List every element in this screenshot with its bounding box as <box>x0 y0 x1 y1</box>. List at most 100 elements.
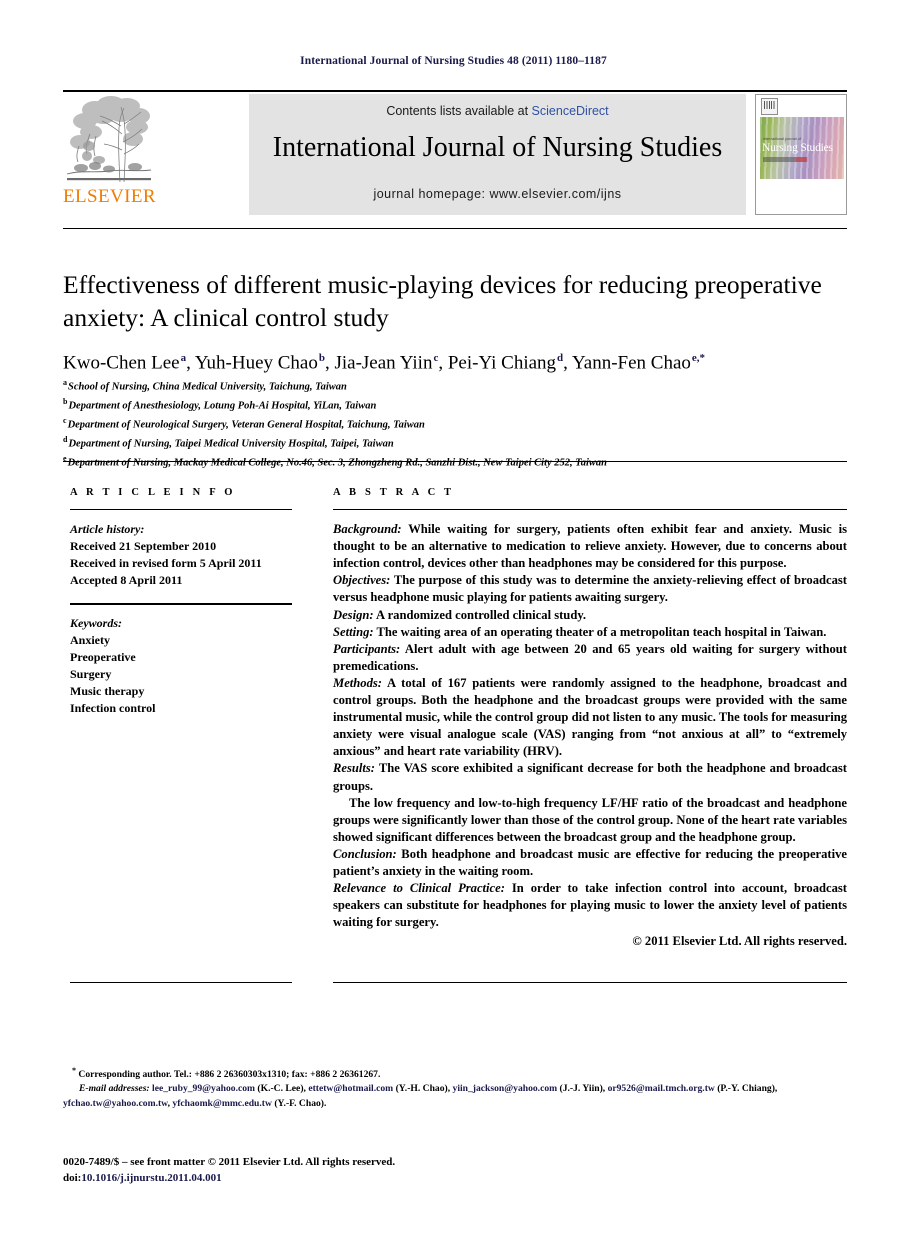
abstract-column: A B S T R A C T Background: While waitin… <box>333 487 847 950</box>
email-person: (Y.-H. Chao), <box>393 1083 453 1095</box>
abstract-section-text: The purpose of this study was to determi… <box>333 573 847 605</box>
abstract-section-text: A total of 167 patients were randomly as… <box>333 675 847 759</box>
abstract-section-label: Conclusion: <box>333 846 397 861</box>
keywords-label: Keywords: <box>70 616 122 631</box>
author-affiliation-marker: e,* <box>691 352 706 364</box>
abstract-copyright: © 2011 Elsevier Ltd. All rights reserved… <box>632 934 847 949</box>
journal-title: International Journal of Nursing Studies <box>272 132 723 163</box>
abstract-section-text: The VAS score exhibited a significant de… <box>333 761 847 793</box>
cover-journal-title: Nursing Studies <box>762 142 833 154</box>
issn-line: 0020-7489/$ – see front matter © 2011 El… <box>63 1156 396 1168</box>
keyword-item: Preoperative <box>70 650 136 665</box>
abstract-section: Relevance to Clinical Practice: In order… <box>333 880 847 931</box>
affiliation-item: bDepartment of Anesthesiology, Lotung Po… <box>63 395 847 414</box>
right-column-bottom-rule <box>333 982 847 984</box>
article-history-item: Received 21 September 2010 <box>70 539 217 554</box>
email-addresses-note: E-mail addresses: lee_ruby_99@yahoo.com … <box>63 1082 847 1110</box>
affiliation-text: Department of Neurological Surgery, Vete… <box>67 419 425 431</box>
abstract-section: Background: While waiting for surgery, p… <box>333 521 847 572</box>
content-divider-rule <box>63 461 847 463</box>
abstract-section-text: While waiting for surgery, patients ofte… <box>333 522 847 571</box>
article-history-lines: Received 21 September 2010 Received in re… <box>70 538 292 589</box>
article-history-item: Accepted 8 April 2011 <box>70 573 183 588</box>
doi-prefix: doi: <box>63 1171 82 1184</box>
elsevier-wordmark: ELSEVIER <box>63 186 156 207</box>
journal-homepage-line[interactable]: journal homepage: www.elsevier.com/ijns <box>249 187 746 201</box>
abstract-section: Setting: The waiting area of an operatin… <box>333 624 847 641</box>
contents-lists-line: Contents lists available at ScienceDirec… <box>249 104 746 118</box>
abstract-body: Background: While waiting for surgery, p… <box>333 521 847 931</box>
keywords-lines: Anxiety Preoperative Surgery Music therapy I… <box>70 632 292 717</box>
contents-lists-prefix: Contents lists available at <box>386 104 532 118</box>
abstract-section: Methods: A total of 167 patients were ra… <box>333 675 847 760</box>
abstract-section: Objectives: The purpose of this study wa… <box>333 572 847 606</box>
author-affiliation-marker: b <box>318 352 325 364</box>
abstract-section-label: Design: <box>333 607 374 622</box>
author-name: Jia-Jean Yiin <box>334 352 433 374</box>
abstract-section-text: Alert adult with age between 20 and 65 y… <box>333 641 847 673</box>
author-affiliation-marker: a <box>180 352 187 364</box>
article-history-label: Article history: <box>70 522 145 537</box>
abstract-section-text: The waiting area of an operating theater… <box>373 624 827 639</box>
abstract-section-label: Participants: <box>333 641 401 656</box>
sciencedirect-link[interactable]: ScienceDirect <box>532 104 609 118</box>
cover-journal-small-line: international journal of <box>763 137 802 141</box>
keyword-item: Infection control <box>70 701 156 716</box>
elsevier-logo: ELSEVIER <box>63 94 156 214</box>
affiliation-item: aSchool of Nursing, China Medical Univer… <box>63 376 847 395</box>
abstract-section-text: A randomized controlled clinical study. <box>373 607 587 622</box>
affiliation-list: aSchool of Nursing, China Medical Univer… <box>63 376 847 471</box>
affiliation-text: School of Nursing, China Medical Univers… <box>68 381 347 393</box>
author-name: Yann-Fen Chao <box>571 352 691 374</box>
abstract-section-label: Background: <box>333 522 402 537</box>
abstract-section-text: Both headphone and broadcast music are e… <box>333 846 847 878</box>
abstract-section-text: The low frequency and low-to-high freque… <box>333 795 847 844</box>
abstract-section: Participants: Alert adult with age betwe… <box>333 641 847 675</box>
email-link[interactable]: lee_ruby_99@yahoo.com <box>152 1083 255 1094</box>
email-link[interactable]: yiin_jackson@yahoo.com <box>453 1083 558 1094</box>
author-name: Kwo-Chen Lee <box>63 352 180 374</box>
abstract-rule <box>333 509 847 511</box>
keyword-item: Surgery <box>70 667 112 682</box>
abstract-section-label: Objectives: <box>333 573 391 588</box>
masthead-bottom-rule <box>63 228 847 230</box>
abstract-section: Design: A randomized controlled clinical… <box>333 607 847 624</box>
email-link[interactable]: or9526@mail.tmch.org.tw <box>608 1083 715 1094</box>
email-link[interactable]: ettetw@hotmail.com <box>308 1083 393 1094</box>
affiliation-text: Department of Nursing, Taipei Medical Un… <box>68 438 394 450</box>
keywords-rule <box>70 603 292 606</box>
keyword-item: Music therapy <box>70 684 145 699</box>
doi-line: doi:10.1016/j.ijnurstu.2011.04.001 <box>63 1171 563 1187</box>
article-history-item: Received in revised form 5 April 2011 <box>70 556 262 571</box>
article-info-rule <box>70 509 292 511</box>
article-first-page: International Journal of Nursing Studies… <box>0 0 907 1238</box>
abstract-section-label: Relevance to Clinical Practice: <box>333 881 505 896</box>
journal-cover-thumbnail: international journal of Nursing Studies <box>755 94 847 215</box>
email-address-list: lee_ruby_99@yahoo.com (K.-C. Lee), ettet… <box>63 1083 777 1108</box>
corresponding-author-text: Corresponding author. Tel.: +886 2 26360… <box>78 1069 381 1081</box>
author-name: Yuh-Huey Chao <box>194 352 318 374</box>
footnotes-block: * Corresponding author. Tel.: +886 2 263… <box>63 1064 847 1111</box>
email-link[interactable]: yfchao.tw@yahoo.com.tw <box>63 1098 168 1109</box>
page-title: Effectiveness of different music-playing… <box>63 270 822 332</box>
abstract-section-label: Setting: <box>333 624 374 639</box>
doi-link[interactable]: 10.1016/j.ijnurstu.2011.04.001 <box>81 1172 221 1184</box>
cover-editors-band <box>763 157 833 162</box>
author-affiliation-marker: d <box>557 352 564 364</box>
cover-elsevier-mark-icon <box>761 98 778 115</box>
abstract-section: Conclusion: Both headphone and broadcast… <box>333 846 847 880</box>
author-name: Pei-Yi Chiang <box>447 352 557 374</box>
running-head: International Journal of Nursing Studies… <box>300 55 607 67</box>
abstract-heading: A B S T R A C T <box>333 487 455 498</box>
title-block: Effectiveness of different music-playing… <box>63 268 847 375</box>
journal-info-box: Contents lists available at ScienceDirec… <box>249 94 746 215</box>
left-column-bottom-rule <box>70 982 292 984</box>
email-addresses-label: E-mail addresses: <box>79 1083 150 1095</box>
article-info-heading: A R T I C L E I N F O <box>70 487 236 498</box>
author-list: Kwo-Chen Leea, Yuh-Huey Chaob, Jia-Jean … <box>63 352 706 374</box>
author-affiliation-marker: c <box>433 352 439 364</box>
corresponding-author-note: * Corresponding author. Tel.: +886 2 263… <box>63 1064 847 1082</box>
journal-masthead: ELSEVIER Contents lists available at Sci… <box>63 90 847 216</box>
email-link[interactable]: yfchaomk@mmc.edu.tw <box>172 1098 272 1109</box>
email-person: (K.-C. Lee), <box>255 1083 309 1095</box>
